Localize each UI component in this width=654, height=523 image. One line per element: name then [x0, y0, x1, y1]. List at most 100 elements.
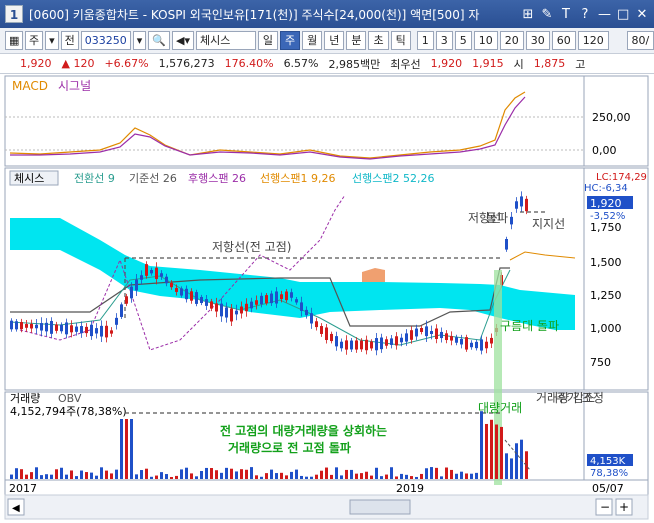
volume-bar-34	[180, 469, 183, 479]
candle-body-69	[355, 340, 358, 350]
open-price: 1,875	[533, 57, 566, 70]
volume-value: 1,576,273	[158, 57, 215, 70]
volume-bar-6	[40, 475, 43, 479]
interval-30[interactable]: 30	[525, 31, 550, 50]
volume-bar-92	[470, 473, 473, 479]
candle-body-33	[175, 288, 178, 292]
lc-label: LC:174,29	[596, 172, 647, 183]
volume-bar-54	[280, 472, 283, 479]
stock-code-input[interactable]: 033250	[80, 31, 131, 50]
candle-body-86	[440, 331, 443, 339]
close-icon[interactable]: ✕	[636, 7, 648, 22]
search-icon[interactable]: 🔍	[148, 31, 171, 50]
period-second[interactable]: 초	[368, 31, 389, 50]
volume-bar-100	[510, 458, 513, 479]
candle-body-11	[65, 322, 68, 335]
candle-body-92	[470, 342, 473, 348]
volume-bar-91	[465, 473, 468, 479]
main-stock-label: 체시스	[14, 172, 44, 185]
volume-bar-9	[55, 469, 58, 479]
candle-body-14	[80, 326, 83, 334]
period-month[interactable]: 월	[302, 31, 323, 50]
period-year[interactable]: 년	[324, 31, 345, 50]
help-icon[interactable]: ?	[579, 7, 591, 22]
candle-body-43	[225, 307, 228, 318]
volume-bar-29	[155, 475, 158, 479]
candle-body-60	[310, 313, 313, 324]
interval-5[interactable]: 5	[454, 31, 472, 50]
volume-bar-11	[65, 474, 68, 479]
candle-body-67	[345, 340, 348, 350]
volume-bar-37	[195, 476, 198, 479]
candle-body-0	[10, 320, 13, 330]
candle-body-76	[390, 338, 393, 345]
obv-label: OBV	[58, 392, 82, 405]
interval-60[interactable]: 60	[551, 31, 576, 50]
pen-icon[interactable]: ✎	[541, 7, 553, 22]
volume-bar-57	[295, 469, 298, 479]
candle-body-9	[55, 324, 58, 331]
volume-bar-55	[285, 475, 288, 479]
volume-bar-79	[405, 474, 408, 479]
market-dropdown-icon[interactable]: ▾	[45, 31, 59, 50]
interval-3[interactable]: 3	[435, 31, 453, 50]
minimize-icon[interactable]: —	[598, 7, 611, 22]
scroll-bar[interactable]	[4, 494, 649, 520]
volume-bar-67	[345, 469, 348, 479]
open-label: 시	[513, 57, 524, 71]
volume-bar-62	[320, 470, 323, 479]
volume-bar-69	[355, 473, 358, 479]
volume-bar-12	[70, 470, 73, 479]
candle-body-50	[260, 295, 263, 305]
volume-bar-21	[115, 469, 118, 479]
interval-1[interactable]: 1	[416, 31, 434, 50]
candle-body-90	[460, 338, 463, 345]
candle-body-37	[195, 292, 198, 304]
stock-chart[interactable]: MACD 시그널 250,00 0,00 체시스 전환선 9 기준선 26 후행…	[0, 74, 654, 523]
period-minute[interactable]: 분	[346, 31, 367, 50]
interval-10[interactable]: 10	[473, 31, 498, 50]
type-select[interactable]: 전	[60, 31, 79, 50]
volume-bar-2	[20, 469, 23, 479]
candle-body-68	[350, 340, 353, 350]
candle-body-38	[200, 296, 203, 304]
price-change-pct: +6.67%	[104, 57, 149, 70]
candle-body-39	[205, 299, 208, 306]
text-icon[interactable]: T	[560, 7, 572, 22]
candle-body-24	[130, 286, 133, 299]
grid-button[interactable]: ▦	[5, 31, 23, 50]
code-dropdown-icon[interactable]: ▾	[132, 31, 147, 50]
volume-bar-5	[35, 467, 38, 479]
period-week[interactable]: 주	[279, 31, 301, 50]
interval-20[interactable]: 20	[499, 31, 524, 50]
candle-body-83	[425, 326, 428, 337]
chart-toolbar: ▦ 주 ▾ 전 033250 ▾ 🔍 ◀▾ 체시스 일 주 월 년 분 초 틱 …	[0, 28, 654, 54]
resistance-annotation: 저항선(전 고점)	[212, 240, 291, 254]
candle-body-18	[100, 325, 103, 337]
maximize-icon[interactable]: □	[617, 7, 629, 22]
interval-120[interactable]: 120	[577, 31, 609, 50]
candle-body-1	[15, 321, 18, 330]
volume-bar-64	[330, 474, 333, 479]
layout-icon[interactable]: ⊞	[522, 7, 534, 22]
period-day[interactable]: 일	[257, 31, 278, 50]
candle-body-3	[25, 324, 28, 328]
candle-body-6	[40, 323, 43, 331]
candle-body-63	[325, 327, 328, 340]
volume-bar-1	[15, 468, 18, 479]
candle-body-103	[525, 198, 528, 212]
sound-icon[interactable]: ◀▾	[172, 31, 194, 50]
title-bar: 1 [0600] 키움종합차트 - KOSPI 외국인보유[171(천)] 주식…	[0, 0, 654, 28]
volume-bar-35	[185, 467, 188, 479]
period-tick[interactable]: 틱	[390, 31, 411, 50]
candle-body-58	[300, 302, 303, 311]
scroll-thumb[interactable]	[349, 499, 411, 515]
volume-bar-68	[350, 469, 353, 479]
candle-body-101	[515, 201, 518, 209]
volume-bar-78	[400, 473, 403, 479]
stock-name-field[interactable]: 체시스	[196, 31, 256, 50]
volume-bar-77	[395, 476, 398, 479]
volume-bar-52	[270, 469, 273, 479]
zoom-input[interactable]: 80/	[626, 31, 654, 50]
market-select[interactable]: 주	[25, 31, 44, 50]
